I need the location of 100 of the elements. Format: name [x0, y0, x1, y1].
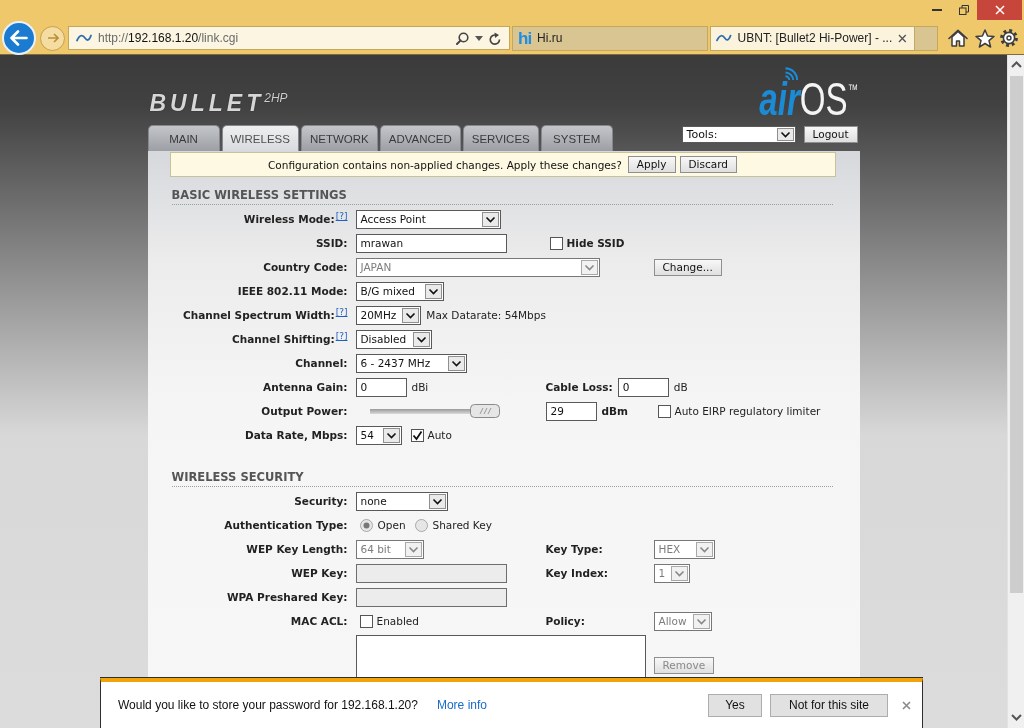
form-button[interactable]: Change...: [653, 258, 722, 276]
dropdown[interactable]: Access Point: [355, 209, 501, 229]
close-icon: [994, 5, 1005, 15]
checkbox[interactable]: [657, 404, 671, 418]
help-link[interactable]: [?]: [335, 307, 348, 317]
radio-button[interactable]: [359, 518, 373, 532]
nav-tab[interactable]: ADVANCED: [379, 125, 461, 151]
field-label: dBm: [601, 405, 628, 417]
dropdown[interactable]: none: [355, 491, 448, 511]
field-label: Security:: [294, 495, 348, 507]
help-link[interactable]: [?]: [335, 331, 348, 341]
field-label: MAC ACL:: [290, 615, 348, 627]
left-arrow-icon: [10, 30, 28, 46]
field-text: Enabled: [376, 615, 419, 627]
field-label: WEP Key Length:: [246, 543, 348, 555]
chevron-down-icon: [481, 211, 499, 227]
apply-button[interactable]: Apply: [627, 156, 676, 173]
chevron-down-icon: [424, 283, 442, 299]
prompt-message: Would you like to store your password for 192.168.1.20?: [118, 698, 418, 712]
wave-icon: [76, 34, 92, 42]
more-info-link[interactable]: More info: [436, 698, 487, 712]
home-icon[interactable]: [948, 29, 968, 47]
restore-icon: [958, 5, 969, 15]
nav-tab[interactable]: SYSTEM: [540, 125, 613, 151]
help-link[interactable]: [?]: [335, 211, 348, 221]
settings-icon[interactable]: [999, 28, 1019, 48]
dropdown[interactable]: B/G mixed: [355, 281, 444, 301]
dropdown[interactable]: Disabled: [355, 329, 432, 349]
radio-button[interactable]: [414, 518, 428, 532]
field-text: Shared Key: [432, 519, 492, 531]
close-icon[interactable]: [902, 700, 911, 710]
dropdown[interactable]: 20MHz: [355, 305, 422, 325]
field-text: dBi: [411, 381, 429, 393]
text-field[interactable]: 29: [545, 401, 597, 421]
chevron-down-icon: [695, 541, 713, 557]
wifi-signal-icon: [783, 67, 800, 81]
field-label: Authentication Type:: [224, 519, 348, 531]
field-label: Channel Spectrum Width:: [183, 309, 335, 321]
search-icon[interactable]: [456, 31, 469, 45]
yes-button[interactable]: Yes: [708, 693, 762, 717]
dropdown[interactable]: 6 - 2437 MHz: [355, 353, 467, 373]
text-area[interactable]: [355, 635, 646, 678]
brand-logo: airOS™: [759, 82, 858, 116]
chevron-down-icon: [776, 128, 794, 141]
field-label: Cable Loss:: [545, 381, 613, 393]
chevron-down-icon[interactable]: [1010, 714, 1022, 721]
chevron-down-icon: [412, 331, 430, 347]
logout-button[interactable]: Logout: [803, 126, 858, 143]
dropdown[interactable]: 54: [355, 425, 402, 445]
chevron-down-icon: [382, 427, 400, 443]
field-label: Country Code:: [263, 261, 348, 273]
chevron-down-icon: [402, 307, 420, 323]
nav-tab[interactable]: SERVICES: [462, 125, 539, 151]
checkbox[interactable]: [410, 428, 424, 442]
browser-tab[interactable]: hi Hi.ru: [512, 25, 708, 51]
chevron-down-icon: [692, 613, 710, 629]
chevron-down-icon: [580, 259, 598, 275]
section-title: WIRELESS SECURITY: [171, 469, 304, 484]
nav-tab[interactable]: MAIN: [147, 125, 220, 151]
tools-dropdown[interactable]: Tools:: [681, 126, 796, 143]
field-label: Wireless Mode:: [243, 213, 335, 225]
scrollbar[interactable]: [1007, 55, 1024, 728]
field-label: Channel Shifting:: [232, 333, 335, 345]
nav-tab[interactable]: NETWORK: [300, 125, 378, 151]
refresh-icon[interactable]: [489, 31, 501, 45]
chevron-down-icon: [447, 355, 465, 371]
nav-tab[interactable]: WIRELESS: [221, 125, 299, 151]
chevron-down-icon: [404, 541, 422, 557]
discard-button[interactable]: Discard: [679, 156, 737, 173]
minimize-icon: [931, 9, 942, 11]
url-text: http://192.168.1.20/link.cgi: [98, 31, 239, 45]
section-title: BASIC WIRELESS SETTINGS: [171, 187, 347, 202]
chevron-down-icon: [428, 493, 446, 509]
field-label: Policy:: [545, 615, 585, 627]
slider-thumb[interactable]: [469, 404, 500, 418]
field-label: Channel:: [295, 357, 348, 369]
chevron-down-icon: [671, 565, 689, 581]
field-text: Max Datarate: 54Mbps: [426, 309, 546, 321]
chevron-up-icon[interactable]: [1010, 61, 1022, 68]
field-text: Auto: [427, 429, 452, 441]
text-field[interactable]: 0: [617, 377, 669, 397]
field-label: Output Power:: [261, 405, 348, 417]
caret-icon[interactable]: [475, 35, 483, 41]
field-text: Auto EIRP regulatory limiter: [674, 405, 821, 417]
notice-message: Configuration contains non-applied changes. Apply these changes?: [268, 158, 622, 171]
scrollbar-thumb[interactable]: [1009, 76, 1023, 593]
checkbox[interactable]: [359, 614, 373, 628]
close-icon[interactable]: [898, 33, 907, 43]
text-field[interactable]: mrawan: [355, 233, 507, 253]
decline-button[interactable]: Not for this site: [770, 693, 888, 717]
browser-tab[interactable]: UBNT: [Bullet2 Hi-Power] - ...: [710, 25, 915, 51]
field-label: Key Index:: [545, 567, 609, 579]
checkbox[interactable]: [549, 236, 563, 250]
field-label: WPA Preshared Key:: [227, 591, 348, 603]
star-icon[interactable]: [975, 28, 995, 48]
address-bar[interactable]: http://192.168.1.20/link.cgi: [68, 26, 510, 50]
text-field[interactable]: 0: [355, 377, 407, 397]
checkmark-icon: [411, 429, 423, 441]
back-button[interactable]: [2, 21, 36, 55]
field-label: Antenna Gain:: [263, 381, 348, 393]
